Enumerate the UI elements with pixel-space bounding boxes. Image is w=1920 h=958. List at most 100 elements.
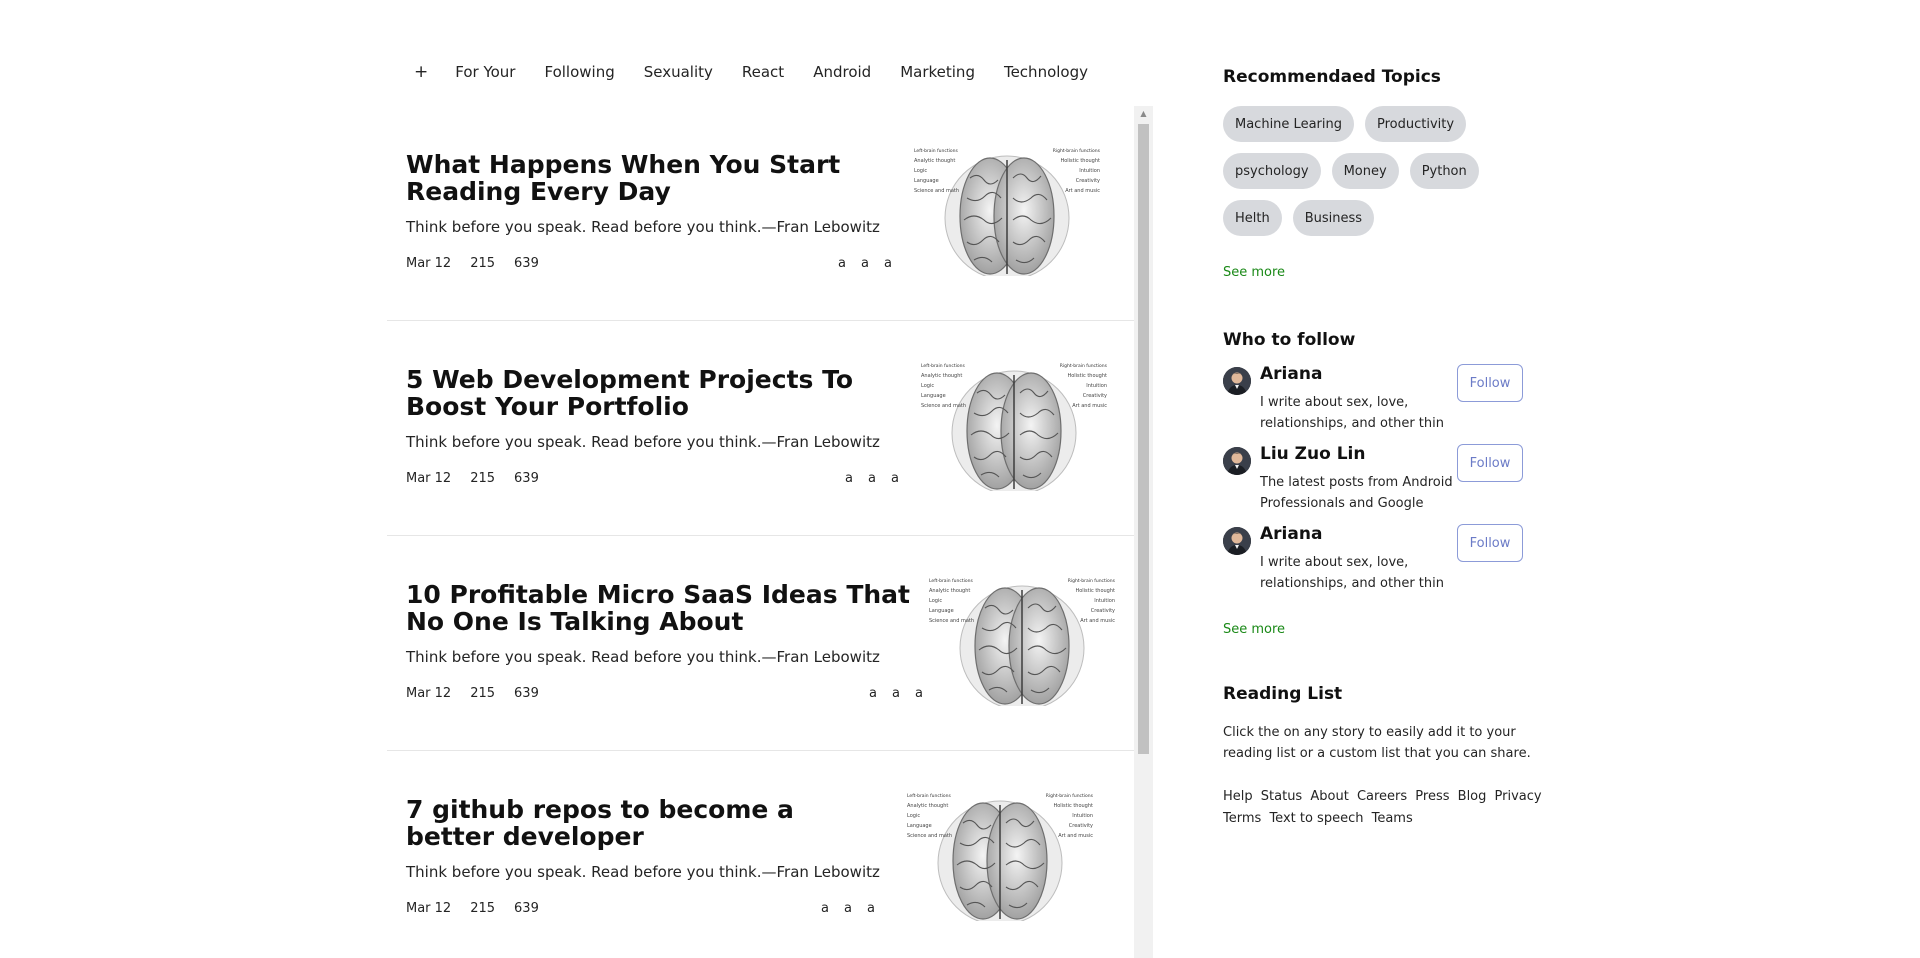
article-actions: a a a bbox=[821, 901, 890, 916]
article-date: Mar 12 bbox=[406, 686, 452, 701]
follow-bio: The latest posts from Android Profession… bbox=[1260, 475, 1453, 511]
save-action[interactable]: a bbox=[821, 901, 829, 916]
svg-text:Holistic thought: Holistic thought bbox=[1067, 373, 1107, 379]
article-card[interactable]: 10 Profitable Micro SaaS Ideas That No O… bbox=[387, 536, 1134, 751]
article-title[interactable]: What Happens When You Start Reading Ever… bbox=[406, 151, 906, 205]
article-title[interactable]: 10 Profitable Micro SaaS Ideas That No O… bbox=[406, 581, 926, 635]
follow-name[interactable]: Ariana bbox=[1260, 524, 1322, 544]
mute-action[interactable]: a bbox=[868, 471, 876, 486]
svg-text:Logic: Logic bbox=[929, 598, 942, 604]
follow-name[interactable]: Liu Zuo Lin bbox=[1260, 444, 1365, 464]
follow-bio: I write about sex, love, relationships, … bbox=[1260, 395, 1444, 431]
article-card[interactable]: 7 github repos to become a better develo… bbox=[387, 751, 1134, 958]
person-icon bbox=[1223, 447, 1251, 475]
svg-text:Art and music: Art and music bbox=[1058, 833, 1093, 839]
topic-chip-python[interactable]: Python bbox=[1409, 153, 1479, 189]
article-subtitle: Think before you speak. Read before you … bbox=[406, 218, 880, 236]
scrollbar-thumb[interactable] bbox=[1138, 124, 1149, 754]
article-claps: 215 bbox=[470, 471, 496, 486]
svg-text:Analytic thought: Analytic thought bbox=[907, 803, 948, 809]
article-thumbnail[interactable]: Left-brain functions Right-brain function… bbox=[927, 578, 1117, 706]
svg-text:Right-brain functions: Right-brain functions bbox=[1046, 793, 1094, 799]
more-action[interactable]: a bbox=[891, 471, 899, 486]
svg-text:Analytic thought: Analytic thought bbox=[929, 588, 970, 594]
follow-button[interactable]: Follow bbox=[1457, 524, 1523, 562]
svg-text:Left-brain functions: Left-brain functions bbox=[921, 363, 965, 369]
footer-link-press[interactable]: Press bbox=[1415, 789, 1449, 804]
topic-chip-business[interactable]: Business bbox=[1292, 200, 1375, 236]
more-action[interactable]: a bbox=[867, 901, 875, 916]
topic-chip-psychology[interactable]: psychology bbox=[1223, 153, 1321, 189]
svg-text:Left-brain functions: Left-brain functions bbox=[914, 148, 958, 154]
article-meta: Mar 12 215 639 bbox=[406, 256, 558, 271]
article-title[interactable]: 7 github repos to become a better develo… bbox=[406, 796, 866, 850]
scroll-up-arrow-icon[interactable]: ▲ bbox=[1134, 106, 1153, 122]
tab-android[interactable]: Android bbox=[813, 63, 871, 81]
tab-following[interactable]: Following bbox=[544, 63, 614, 81]
article-thumbnail[interactable]: Left-brain functions Right-brain function… bbox=[919, 363, 1109, 491]
feed-scrollbar[interactable]: ▲ bbox=[1134, 106, 1153, 958]
article-card[interactable]: 5 Web Development Projects To Boost Your… bbox=[387, 321, 1134, 536]
tab-sexuality[interactable]: Sexuality bbox=[644, 63, 713, 81]
save-action[interactable]: a bbox=[845, 471, 853, 486]
save-action[interactable]: a bbox=[838, 256, 846, 271]
follow-suggestion: Ariana I write about sex, love, relation… bbox=[1223, 364, 1553, 444]
mute-action[interactable]: a bbox=[861, 256, 869, 271]
tab-for-you[interactable]: For Your bbox=[455, 63, 515, 81]
footer-link-blog[interactable]: Blog bbox=[1458, 789, 1487, 804]
footer-link-text-to-speech[interactable]: Text to speech bbox=[1269, 811, 1363, 826]
topic-chip-productivity[interactable]: Productivity bbox=[1364, 106, 1467, 142]
more-action[interactable]: a bbox=[884, 256, 892, 271]
save-action[interactable]: a bbox=[869, 686, 877, 701]
footer-link-teams[interactable]: Teams bbox=[1372, 811, 1413, 826]
article-responses: 639 bbox=[514, 256, 539, 271]
footer-link-help[interactable]: Help bbox=[1223, 789, 1253, 804]
follow-list: Ariana I write about sex, love, relation… bbox=[1223, 364, 1553, 604]
mute-action[interactable]: a bbox=[844, 901, 852, 916]
who-to-follow-title: Who to follow bbox=[1223, 330, 1356, 350]
avatar[interactable] bbox=[1223, 527, 1251, 555]
follow-suggestion: Liu Zuo Lin The latest posts from Androi… bbox=[1223, 444, 1553, 524]
footer-link-careers[interactable]: Careers bbox=[1357, 789, 1407, 804]
tab-marketing[interactable]: Marketing bbox=[900, 63, 975, 81]
see-more-people-link[interactable]: See more bbox=[1223, 622, 1285, 637]
article-feed: What Happens When You Start Reading Ever… bbox=[387, 106, 1153, 958]
footer-link-terms[interactable]: Terms bbox=[1223, 811, 1261, 826]
article-card[interactable]: What Happens When You Start Reading Ever… bbox=[387, 106, 1134, 321]
reading-list-title: Reading List bbox=[1223, 684, 1343, 704]
svg-text:Creativity: Creativity bbox=[1069, 823, 1093, 829]
topic-chip-money[interactable]: Money bbox=[1331, 153, 1399, 189]
topic-chip-machine-learning[interactable]: Machine Learing bbox=[1223, 106, 1354, 142]
article-thumbnail[interactable]: Left-brain functions Right-brain function… bbox=[905, 793, 1095, 921]
follow-button[interactable]: Follow bbox=[1457, 444, 1523, 482]
mute-action[interactable]: a bbox=[892, 686, 900, 701]
svg-text:Logic: Logic bbox=[914, 168, 927, 174]
footer-link-about[interactable]: About bbox=[1310, 789, 1348, 804]
add-topic-button[interactable]: + bbox=[414, 62, 428, 82]
footer-link-status[interactable]: Status bbox=[1261, 789, 1302, 804]
article-actions: a a a bbox=[845, 471, 914, 486]
svg-text:Science and math: Science and math bbox=[914, 188, 959, 194]
more-action[interactable]: a bbox=[915, 686, 923, 701]
svg-text:Language: Language bbox=[929, 608, 954, 614]
article-responses: 639 bbox=[514, 471, 539, 486]
brain-diagram-image: Left-brain functions Right-brain function… bbox=[921, 363, 1108, 491]
article-thumbnail[interactable]: Left-brain functions Right-brain function… bbox=[912, 148, 1102, 276]
svg-text:Art and music: Art and music bbox=[1080, 618, 1115, 624]
article-date: Mar 12 bbox=[406, 256, 452, 271]
tab-technology[interactable]: Technology bbox=[1004, 63, 1088, 81]
article-claps: 215 bbox=[470, 901, 496, 916]
person-icon bbox=[1223, 527, 1251, 555]
avatar[interactable] bbox=[1223, 447, 1251, 475]
article-title[interactable]: 5 Web Development Projects To Boost Your… bbox=[406, 366, 916, 420]
topic-chip-health[interactable]: Helth bbox=[1223, 200, 1282, 236]
tab-react[interactable]: React bbox=[742, 63, 784, 81]
see-more-topics-link[interactable]: See more bbox=[1223, 265, 1285, 280]
svg-text:Intuition: Intuition bbox=[1079, 168, 1100, 174]
article-meta: Mar 12 215 639 bbox=[406, 901, 558, 916]
follow-button[interactable]: Follow bbox=[1457, 364, 1523, 402]
article-actions: a a a bbox=[838, 256, 907, 271]
follow-name[interactable]: Ariana bbox=[1260, 364, 1322, 384]
footer-link-privacy[interactable]: Privacy bbox=[1495, 789, 1542, 804]
avatar[interactable] bbox=[1223, 367, 1251, 395]
